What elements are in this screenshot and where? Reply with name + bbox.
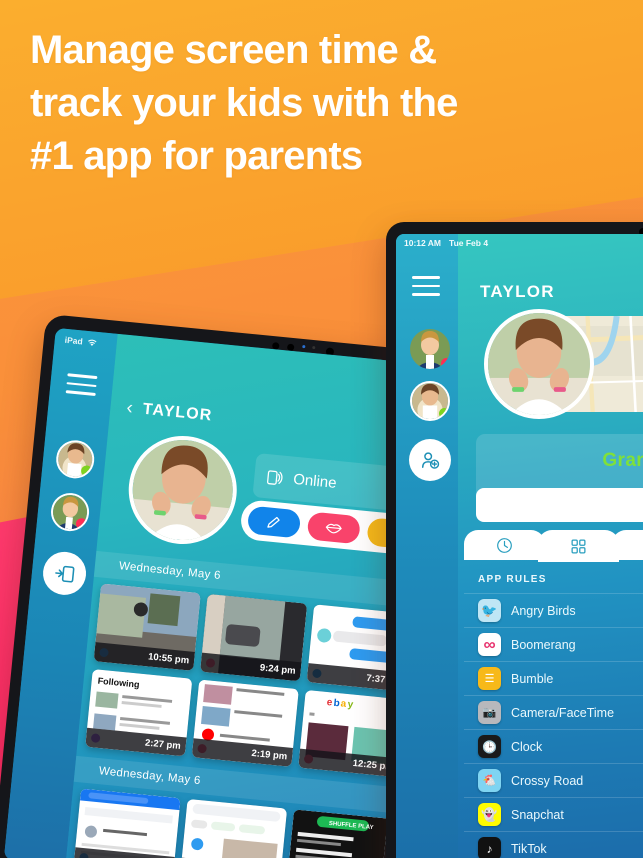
right-status-date: Tue Feb 4	[449, 237, 489, 248]
bumble-icon: ☰	[478, 667, 501, 690]
tablet-left-device: iPad ‹ TAYLOR Online Wednesday, May 6 10…	[0, 313, 445, 858]
screenshot-thumbnail[interactable]: SHUFFLE PLAY 2:1	[286, 809, 394, 858]
app-rule-label: Snapchat	[511, 807, 564, 822]
status-badge-offline	[441, 358, 450, 369]
snapchat-icon: 👻	[478, 803, 501, 826]
app-rules-title: APP RULES	[478, 574, 547, 585]
app-rule-label: Bumble	[511, 671, 554, 686]
hamburger-menu-icon[interactable]	[65, 373, 98, 401]
tablet-right-screen: 10:12 AM Tue Feb 4 TAYLOR Gran APP RULES…	[396, 234, 643, 858]
crossy-road-icon: 🐔	[478, 769, 501, 792]
device-signal-icon	[267, 469, 283, 485]
apps-grid-icon	[571, 538, 586, 554]
right-sidebar	[396, 234, 458, 858]
boomerang-icon: ∞	[478, 633, 501, 656]
app-rule-row[interactable]: 🐦 Angry Birds	[464, 593, 643, 627]
tab-app-rules[interactable]	[538, 530, 619, 562]
granted-label: Granted	[602, 450, 643, 471]
app-rule-label: Crossy Road	[511, 773, 584, 788]
granted-action-bar[interactable]: CA	[476, 488, 643, 522]
avatar	[488, 313, 590, 415]
app-rule-row[interactable]: ∞ Boomerang	[464, 627, 643, 661]
screenshot-thumbnail[interactable]: 9:24 pm	[200, 593, 308, 682]
headline-line-1: Manage screen time &	[30, 28, 437, 72]
pencil-icon	[267, 516, 280, 528]
right-status-bar: 10:12 AM Tue Feb 4	[396, 234, 643, 251]
screenshot-thumbnail[interactable]: 2:19 pm	[191, 679, 299, 767]
clock-app-icon: 🕒	[478, 735, 501, 758]
tablet-right-device: 10:12 AM Tue Feb 4 TAYLOR Gran APP RULES…	[386, 222, 643, 858]
screenshot-thumbnail[interactable]: 5:18 pm	[180, 798, 288, 858]
right-profile-avatar[interactable]	[484, 309, 594, 419]
add-user-icon	[422, 452, 440, 469]
app-rule-row[interactable]: 📷 Camera/FaceTime	[464, 695, 643, 729]
app-rule-row[interactable]: 🐔 Crossy Road	[464, 763, 643, 797]
left-online-label: Online	[292, 470, 338, 492]
app-rule-label: Angry Birds	[511, 603, 576, 618]
wifi-icon	[88, 339, 97, 346]
message-pill-button[interactable]	[306, 511, 362, 545]
right-tab-bar	[464, 530, 643, 562]
app-rule-row[interactable]: 👻 Snapchat	[464, 797, 643, 831]
angry-birds-icon: 🐦	[478, 599, 501, 622]
app-rule-label: Boomerang	[511, 637, 576, 652]
edit-pill-button[interactable]	[246, 505, 302, 539]
screenshot-thumbnail[interactable]	[73, 788, 181, 858]
tiktok-icon: ♪	[478, 837, 501, 858]
headline-line-2: track your kids with the	[30, 81, 458, 126]
app-rule-label: Camera/FaceTime	[511, 705, 615, 720]
left-page-title: TAYLOR	[142, 400, 214, 425]
add-user-button[interactable]	[409, 439, 451, 481]
app-rule-row[interactable]: ♪ TikTok	[464, 831, 643, 858]
app-rule-row[interactable]: 🕒 Clock	[464, 729, 643, 763]
sidebar-avatar-boy[interactable]	[410, 329, 450, 369]
thumb-facebook-search	[73, 788, 181, 858]
app-rules-list: APP RULES 🐦 Angry Birds ∞ Boomerang ☰ Bu…	[464, 564, 643, 858]
add-device-icon	[54, 565, 74, 582]
page-title: Manage screen time & track your kids wit…	[30, 24, 590, 184]
right-status-time: 10:12 AM	[404, 237, 442, 248]
app-rule-label: Clock	[511, 739, 543, 754]
screenshot-thumbnail[interactable]: 10:55 pm	[93, 583, 201, 671]
app-rule-row[interactable]: ☰ Bumble	[464, 661, 643, 695]
clock-icon	[497, 537, 512, 553]
screenshot-thumbnail[interactable]: Following 2:27 pm	[85, 669, 193, 757]
hamburger-menu-icon[interactable]	[412, 276, 440, 302]
lips-icon	[325, 523, 342, 534]
tab-screen-time[interactable]	[464, 530, 545, 560]
sidebar-avatar-girl[interactable]	[410, 381, 450, 421]
tablet-left-screen: iPad ‹ TAYLOR Online Wednesday, May 6 10…	[3, 327, 433, 858]
left-device-label: iPad	[64, 334, 84, 347]
camera-icon: 📷	[478, 701, 501, 724]
chevron-left-icon[interactable]: ‹	[125, 397, 134, 420]
right-page-title: TAYLOR	[480, 282, 555, 301]
thumb-chalkboard-search	[180, 798, 288, 858]
headline-line-3: #1 app for parents	[30, 134, 363, 179]
thumb-spotify-shuffle-play: SHUFFLE PLAY	[286, 809, 394, 858]
app-rule-label: TikTok	[511, 841, 547, 856]
